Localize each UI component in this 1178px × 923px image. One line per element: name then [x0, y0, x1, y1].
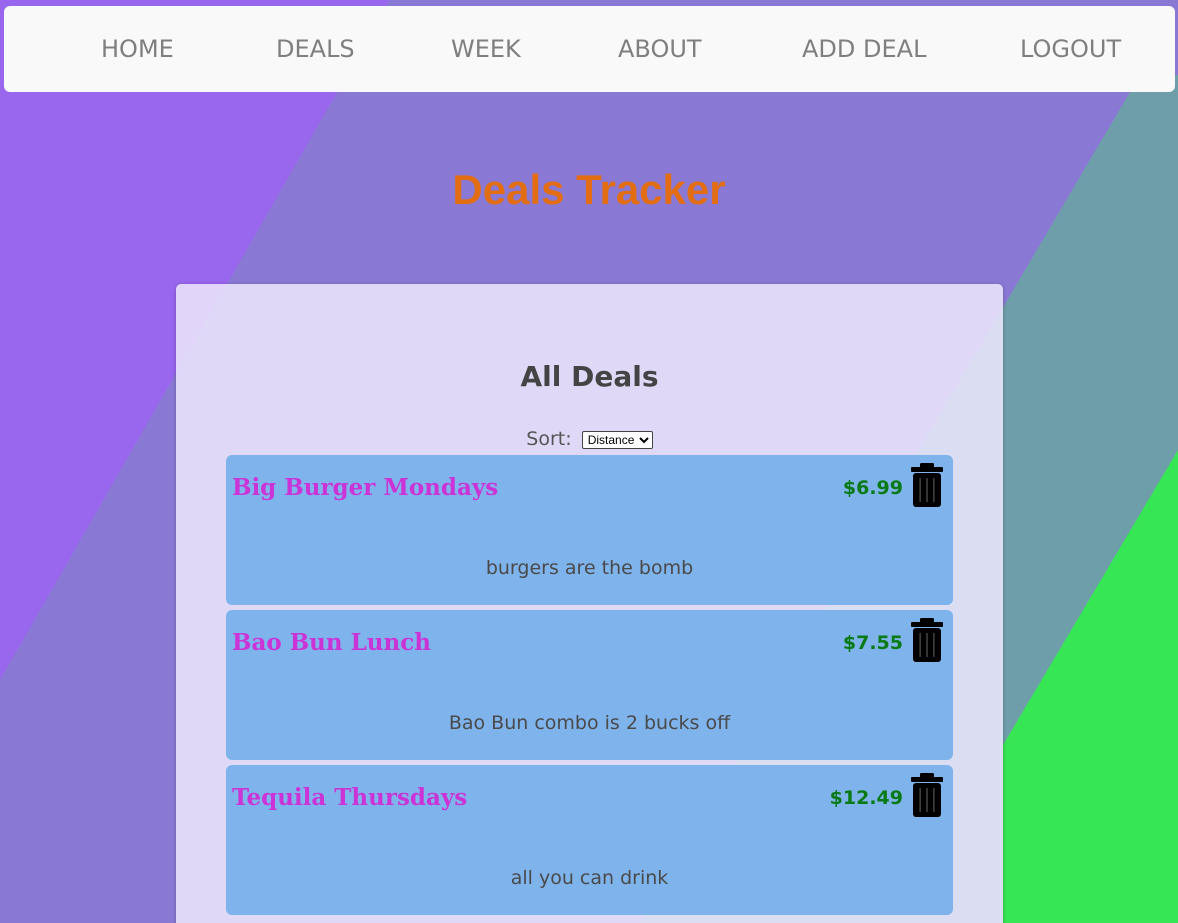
deal-name: Bao Bun Lunch	[232, 629, 431, 656]
trash-icon[interactable]	[911, 773, 943, 817]
deal-card: Big Burger Mondays $6.99 burgers are the…	[226, 455, 953, 605]
deal-card: Tequila Thursdays $12.49 all you can dri…	[226, 765, 953, 915]
deal-name: Tequila Thursdays	[232, 784, 468, 811]
trash-icon[interactable]	[911, 463, 943, 507]
sort-row: Sort: Distance	[176, 428, 1003, 450]
nav-week[interactable]: WEEK	[451, 6, 521, 92]
nav-deals[interactable]: DEALS	[276, 6, 355, 92]
trash-icon[interactable]	[911, 618, 943, 662]
sort-label: Sort:	[526, 428, 572, 450]
nav-logout[interactable]: LOGOUT	[1020, 6, 1121, 92]
sort-select[interactable]: Distance	[581, 430, 653, 449]
deals-panel: All Deals Sort: Distance Big Burger Mond…	[176, 284, 1003, 923]
deal-price: $12.49	[829, 787, 903, 809]
section-title: All Deals	[520, 360, 659, 393]
deal-description: burgers are the bomb	[485, 557, 694, 579]
deal-name: Big Burger Mondays	[232, 474, 499, 501]
navbar: HOME DEALS WEEK ABOUT ADD DEAL LOGOUT	[4, 6, 1175, 92]
deal-price: $6.99	[842, 477, 903, 499]
nav-home[interactable]: HOME	[101, 6, 174, 92]
deal-description: all you can drink	[510, 867, 669, 889]
deal-description: Bao Bun combo is 2 bucks off	[448, 712, 731, 734]
deal-card: Bao Bun Lunch $7.55 Bao Bun combo is 2 b…	[226, 610, 953, 760]
nav-about[interactable]: ABOUT	[618, 6, 702, 92]
nav-add-deal[interactable]: ADD DEAL	[802, 6, 926, 92]
deal-price: $7.55	[842, 632, 903, 654]
page-title: Deals Tracker	[452, 166, 726, 213]
